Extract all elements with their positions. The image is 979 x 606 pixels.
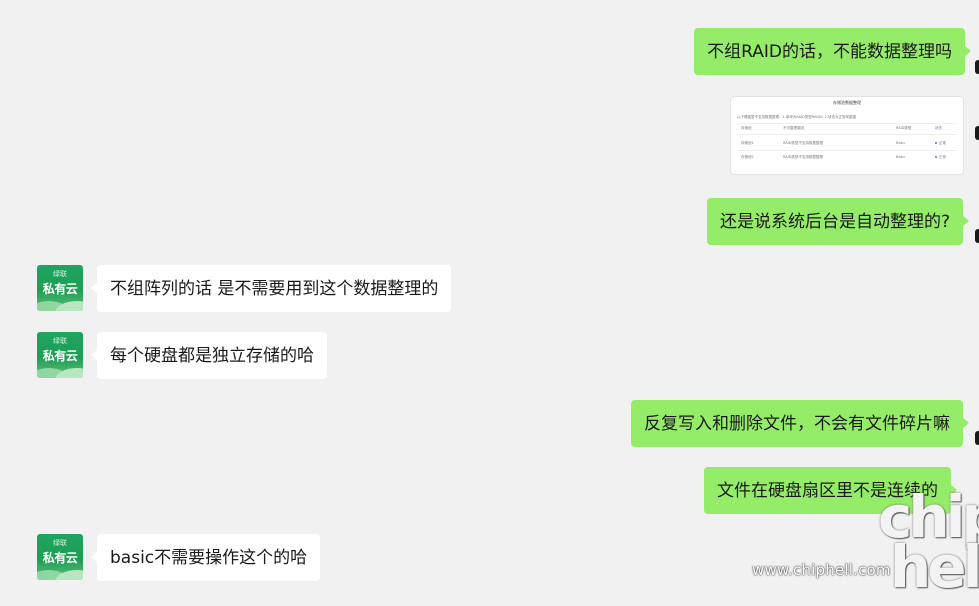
image-desc: 以下硬盘暂不支持数据整理：1.单块为RAID类型RAID0; 2.状态为正常或重… bbox=[737, 115, 857, 119]
contact-avatar[interactable]: 绿联 私有云 bbox=[37, 332, 83, 378]
message-text: 反复写入和删除文件，不会有文件碎片嘛 bbox=[644, 414, 950, 434]
image-message[interactable]: 存储池数据整理 以下硬盘暂不支持数据整理：1.单块为RAID类型RAID0; 2… bbox=[730, 96, 964, 175]
message-bubble-incoming[interactable]: basic不需要操作这个的哈 bbox=[90, 534, 321, 581]
watermark-url: www.chiphell.com bbox=[752, 561, 891, 579]
image-table-row: 存储池2 RAID类型不支持数据整理 Basic 正常 bbox=[741, 155, 946, 159]
image-title: 存储池数据整理 bbox=[833, 100, 861, 105]
message-text: 不组阵列的话 是不需要用到这个数据整理的 bbox=[110, 279, 439, 299]
message-bubble-incoming[interactable]: 每个硬盘都是独立存储的哈 bbox=[91, 332, 327, 379]
contact-avatar[interactable]: 绿联 私有云 bbox=[37, 534, 83, 580]
message-text: 每个硬盘都是独立存储的哈 bbox=[110, 346, 314, 366]
message-bubble-outgoing[interactable]: 反复写入和删除文件，不会有文件碎片嘛 bbox=[631, 400, 969, 447]
divider bbox=[737, 134, 957, 135]
divider bbox=[737, 150, 957, 151]
self-avatar[interactable] bbox=[975, 126, 979, 140]
self-avatar[interactable] bbox=[975, 229, 979, 243]
image-table-row: 存储池1 RAID类型不支持数据整理 Basic 正常 bbox=[741, 141, 946, 145]
message-bubble-incoming[interactable]: 不组阵列的话 是不需要用到这个数据整理的 bbox=[90, 265, 452, 312]
message-bubble-outgoing[interactable]: 不组RAID的话，不能数据整理吗 bbox=[694, 28, 971, 75]
message-text: 不组RAID的话，不能数据整理吗 bbox=[707, 42, 952, 62]
message-bubble-outgoing[interactable]: 还是说系统后台是自动整理的? bbox=[706, 198, 970, 245]
message-text: 还是说系统后台是自动整理的? bbox=[719, 212, 950, 232]
contact-avatar[interactable]: 绿联 私有云 bbox=[37, 265, 83, 311]
message-text: basic不需要操作这个的哈 bbox=[110, 548, 308, 568]
watermark-logo: hell bbox=[890, 533, 979, 601]
self-avatar[interactable] bbox=[975, 431, 979, 445]
divider bbox=[737, 123, 957, 124]
self-avatar[interactable] bbox=[975, 60, 979, 74]
image-table-header: 存储池 不可整理原因 RAID类型 状态 bbox=[741, 126, 942, 130]
